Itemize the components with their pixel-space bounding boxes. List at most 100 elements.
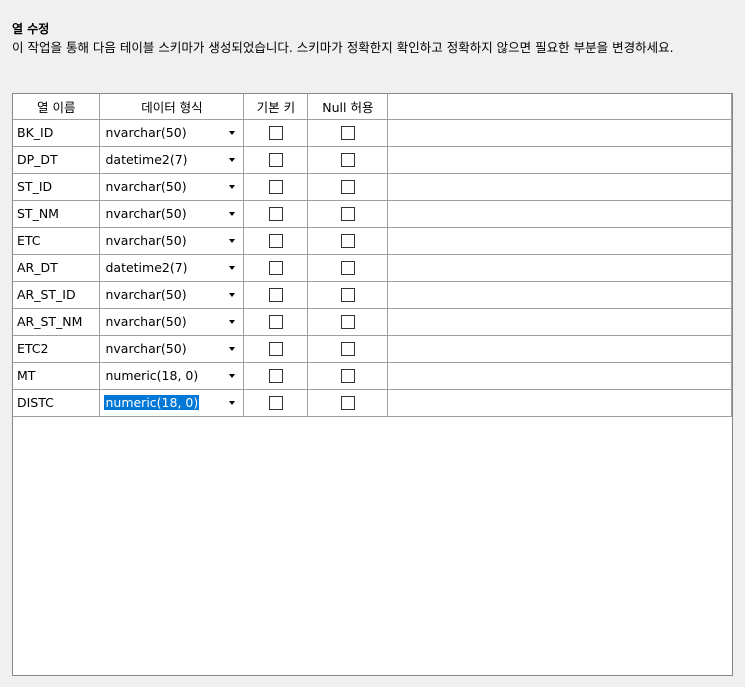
dropdown-arrow-icon[interactable] bbox=[229, 346, 236, 351]
nullable-checkbox[interactable] bbox=[340, 261, 355, 276]
nullable-checkbox[interactable] bbox=[340, 288, 355, 303]
table-row[interactable]: AR_ST_NM nvarchar(50) bbox=[13, 307, 732, 336]
column-name-text: BK_ID bbox=[17, 125, 54, 140]
column-name-cell[interactable]: DISTC bbox=[13, 388, 101, 417]
dropdown-arrow-icon[interactable] bbox=[229, 157, 236, 162]
table-row[interactable]: DISTC numeric(18, 0) bbox=[13, 388, 732, 417]
table-row[interactable]: ST_ID nvarchar(50) bbox=[13, 172, 732, 201]
nullable-cell bbox=[307, 280, 389, 309]
nullable-checkbox[interactable] bbox=[340, 369, 355, 384]
column-name-cell[interactable]: AR_ST_ID bbox=[13, 280, 101, 309]
dropdown-arrow-icon[interactable] bbox=[229, 130, 236, 135]
dropdown-arrow-icon[interactable] bbox=[229, 292, 236, 297]
table-row[interactable]: ETC nvarchar(50) bbox=[13, 226, 732, 255]
table-row[interactable]: AR_DT datetime2(7) bbox=[13, 253, 732, 282]
nullable-checkbox[interactable] bbox=[340, 396, 355, 411]
dropdown-arrow-icon[interactable] bbox=[229, 184, 236, 189]
filler-cell bbox=[387, 118, 732, 147]
filler-cell bbox=[387, 253, 732, 282]
dropdown-arrow-icon[interactable] bbox=[229, 400, 236, 405]
header-row: 열 이름 데이터 형식 기본 키 Null 허용 bbox=[13, 94, 732, 120]
nullable-cell bbox=[307, 226, 389, 255]
table-row[interactable]: AR_ST_ID nvarchar(50) bbox=[13, 280, 732, 309]
data-type-dropdown[interactable]: nvarchar(50) bbox=[99, 226, 245, 255]
nullable-checkbox[interactable] bbox=[340, 234, 355, 249]
dropdown-arrow-icon[interactable] bbox=[229, 319, 236, 324]
nullable-cell bbox=[307, 388, 389, 417]
column-header-type[interactable]: 데이터 형식 bbox=[99, 94, 245, 120]
nullable-checkbox[interactable] bbox=[340, 126, 355, 141]
data-type-dropdown[interactable]: nvarchar(50) bbox=[99, 307, 245, 336]
primary-key-checkbox[interactable] bbox=[268, 234, 283, 249]
data-type-value: nvarchar(50) bbox=[105, 341, 187, 356]
column-header-primary-key[interactable]: 기본 키 bbox=[243, 94, 309, 120]
filler-cell bbox=[387, 280, 732, 309]
data-type-dropdown[interactable]: nvarchar(50) bbox=[99, 280, 245, 309]
primary-key-cell bbox=[243, 118, 309, 147]
data-type-dropdown[interactable]: numeric(18, 0) bbox=[99, 388, 245, 417]
primary-key-checkbox[interactable] bbox=[268, 207, 283, 222]
primary-key-cell bbox=[243, 388, 309, 417]
dropdown-arrow-icon[interactable] bbox=[229, 265, 236, 270]
primary-key-checkbox[interactable] bbox=[268, 153, 283, 168]
column-name-cell[interactable]: DP_DT bbox=[13, 145, 101, 174]
column-name-cell[interactable]: ST_NM bbox=[13, 199, 101, 228]
data-type-value: nvarchar(50) bbox=[105, 206, 187, 221]
data-type-value: datetime2(7) bbox=[105, 260, 188, 275]
table-row[interactable]: ETC2 nvarchar(50) bbox=[13, 334, 732, 363]
primary-key-checkbox[interactable] bbox=[268, 342, 283, 357]
column-header-name[interactable]: 열 이름 bbox=[13, 94, 101, 120]
nullable-cell bbox=[307, 253, 389, 282]
column-header-nullable[interactable]: Null 허용 bbox=[307, 94, 389, 120]
column-name-cell[interactable]: ST_ID bbox=[13, 172, 101, 201]
nullable-checkbox[interactable] bbox=[340, 207, 355, 222]
nullable-cell bbox=[307, 145, 389, 174]
data-type-dropdown[interactable]: datetime2(7) bbox=[99, 253, 245, 282]
data-type-dropdown[interactable]: nvarchar(50) bbox=[99, 172, 245, 201]
dropdown-arrow-icon[interactable] bbox=[229, 238, 236, 243]
column-name-text: AR_ST_ID bbox=[17, 287, 76, 302]
column-name-cell[interactable]: AR_DT bbox=[13, 253, 101, 282]
primary-key-checkbox[interactable] bbox=[268, 261, 283, 276]
nullable-cell bbox=[307, 172, 389, 201]
primary-key-cell bbox=[243, 145, 309, 174]
filler-cell bbox=[387, 388, 732, 417]
dropdown-arrow-icon[interactable] bbox=[229, 373, 236, 378]
primary-key-checkbox[interactable] bbox=[268, 369, 283, 384]
column-name-cell[interactable]: ETC2 bbox=[13, 334, 101, 363]
column-name-cell[interactable]: AR_ST_NM bbox=[13, 307, 101, 336]
modify-columns-page: 열 수정 이 작업을 통해 다음 테이블 스키마가 생성되었습니다. 스키마가 … bbox=[0, 0, 745, 687]
column-name-text: ST_ID bbox=[17, 179, 53, 194]
data-type-dropdown[interactable]: nvarchar(50) bbox=[99, 118, 245, 147]
table-row[interactable]: BK_ID nvarchar(50) bbox=[13, 118, 732, 147]
nullable-checkbox[interactable] bbox=[340, 342, 355, 357]
filler-cell bbox=[387, 334, 732, 363]
data-type-dropdown[interactable]: nvarchar(50) bbox=[99, 199, 245, 228]
column-name-text: ST_NM bbox=[17, 206, 59, 221]
column-name-cell[interactable]: MT bbox=[13, 361, 101, 390]
column-grid[interactable]: 열 이름 데이터 형식 기본 키 Null 허용 BK_ID nvarchar(5… bbox=[12, 93, 733, 676]
nullable-checkbox[interactable] bbox=[340, 315, 355, 330]
primary-key-cell bbox=[243, 334, 309, 363]
primary-key-checkbox[interactable] bbox=[268, 126, 283, 141]
table-row[interactable]: ST_NM nvarchar(50) bbox=[13, 199, 732, 228]
dropdown-arrow-icon[interactable] bbox=[229, 211, 236, 216]
page-description: 이 작업을 통해 다음 테이블 스키마가 생성되었습니다. 스키마가 정확한지 … bbox=[12, 40, 674, 55]
nullable-checkbox[interactable] bbox=[340, 180, 355, 195]
nullable-checkbox[interactable] bbox=[340, 153, 355, 168]
table-row[interactable]: MT numeric(18, 0) bbox=[13, 361, 732, 390]
nullable-cell bbox=[307, 334, 389, 363]
data-type-value: numeric(18, 0) bbox=[105, 368, 199, 383]
primary-key-checkbox[interactable] bbox=[268, 288, 283, 303]
primary-key-checkbox[interactable] bbox=[268, 315, 283, 330]
column-name-cell[interactable]: BK_ID bbox=[13, 118, 101, 147]
primary-key-checkbox[interactable] bbox=[268, 396, 283, 411]
primary-key-checkbox[interactable] bbox=[268, 180, 283, 195]
table-row[interactable]: DP_DT datetime2(7) bbox=[13, 145, 732, 174]
data-type-dropdown[interactable]: numeric(18, 0) bbox=[99, 361, 245, 390]
column-name-cell[interactable]: ETC bbox=[13, 226, 101, 255]
data-type-dropdown[interactable]: datetime2(7) bbox=[99, 145, 245, 174]
column-name-text: AR_ST_NM bbox=[17, 314, 83, 329]
data-type-dropdown[interactable]: nvarchar(50) bbox=[99, 334, 245, 363]
nullable-cell bbox=[307, 307, 389, 336]
